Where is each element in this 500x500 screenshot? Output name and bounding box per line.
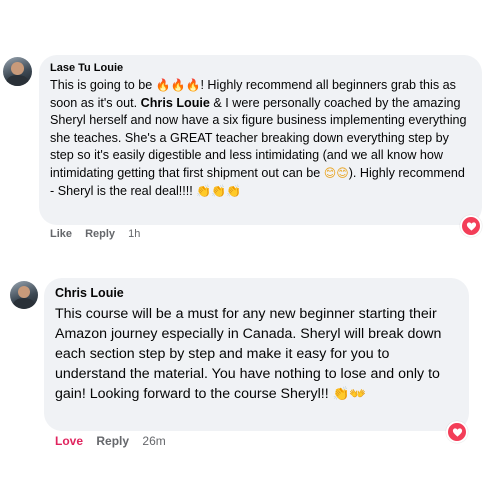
fire-emoji-icon: 🔥🔥🔥 [155, 78, 201, 92]
comment-bubble: Lase Tu Louie This is going to be 🔥🔥🔥! H… [39, 55, 482, 225]
comment-text: This is going to be 🔥🔥🔥! Highly recommen… [50, 78, 467, 198]
like-button[interactable]: Like [50, 228, 72, 240]
reply-button[interactable]: Reply [96, 434, 129, 448]
comment-text: This course will be a must for any new b… [55, 306, 442, 402]
heart-reaction-icon[interactable] [446, 421, 468, 443]
comment-author[interactable]: Chris Louie [55, 286, 459, 300]
timestamp[interactable]: 1h [128, 228, 140, 240]
reply-button[interactable]: Reply [85, 228, 115, 240]
timestamp[interactable]: 26m [142, 434, 165, 448]
smile-emoji-icon: 😊😊 [323, 165, 349, 180]
avatar[interactable] [3, 57, 32, 86]
comment-actions: Love Reply 26m [55, 434, 176, 448]
comment-bubble: Chris Louie This course will be a must f… [44, 278, 469, 431]
comment-author[interactable]: Lase Tu Louie [50, 62, 472, 74]
clap-emoji-icon: 👏👏👏 [196, 183, 242, 198]
heart-reaction-icon[interactable] [460, 215, 482, 237]
clap-emoji-icon: 👏👐 [332, 386, 367, 402]
avatar[interactable] [10, 281, 38, 309]
love-button[interactable]: Love [55, 434, 83, 448]
mention-link[interactable]: Chris Louie [141, 96, 210, 110]
comment-actions: Like Reply 1h [50, 228, 150, 240]
